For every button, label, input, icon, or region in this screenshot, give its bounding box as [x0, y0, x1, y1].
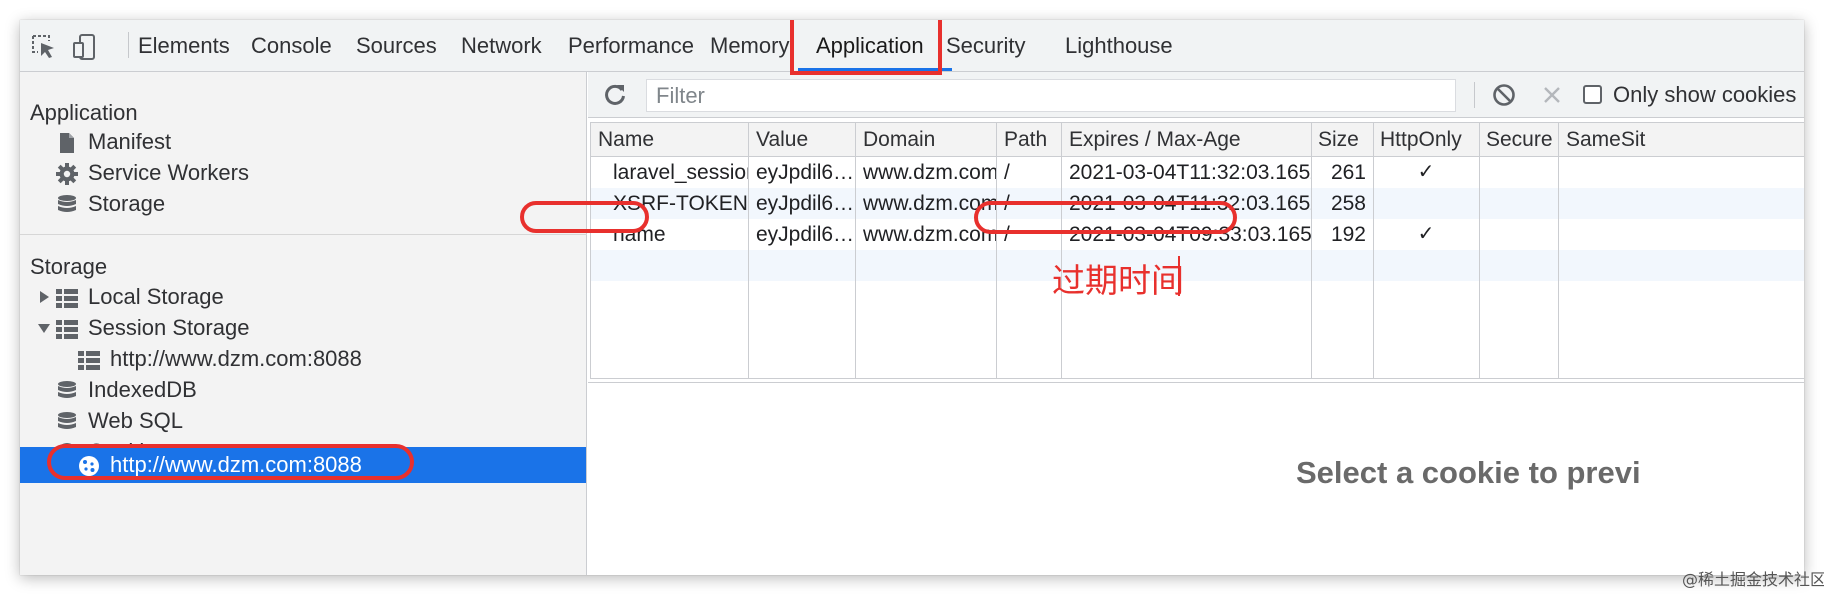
sidebar-item-label: http://www.dzm.com:8088 [110, 346, 362, 371]
devtools-window: Elements Console Sources Network Perform… [20, 20, 1804, 575]
cookie-value: eyJpdil6… [756, 192, 855, 215]
sidebar-item-label: Session Storage [88, 315, 250, 340]
sidebar-item-label: Manifest [88, 129, 172, 154]
sidebar-item-session-storage[interactable]: Session Storage [38, 312, 458, 344]
cookie-size: 192 [1330, 223, 1366, 246]
tab-console[interactable]: Console [251, 20, 332, 72]
preview-placeholder: Select a cookie to previ [1296, 455, 1641, 490]
table-grid-icon [56, 286, 78, 308]
sidebar-item-local-storage[interactable]: Local Storage [38, 281, 458, 313]
sidebar-item-web-sql[interactable]: Web SQL [56, 405, 456, 437]
sidebar-item-session-storage-origin[interactable]: http://www.dzm.com:8088 [78, 343, 498, 375]
tab-security[interactable]: Security [946, 20, 1025, 72]
database-icon [56, 193, 78, 215]
column-header-httponly[interactable]: HttpOnly [1380, 123, 1462, 157]
column-header-size[interactable]: Size [1318, 123, 1359, 157]
sidebar-item-label: Storage [88, 191, 166, 216]
clear-all-icon[interactable] [1492, 83, 1516, 107]
column-header-name[interactable]: Name [598, 123, 654, 157]
cookie-name: laravel_session [613, 161, 748, 184]
tab-elements[interactable]: Elements [138, 20, 230, 72]
annotation-oval-name-cell [520, 201, 649, 233]
refresh-icon[interactable] [602, 82, 628, 108]
table-row[interactable] [591, 250, 1804, 281]
cookie-httponly: ✓ [1417, 161, 1435, 183]
delete-selected-icon[interactable] [1541, 84, 1563, 106]
annotation-oval-expires-cell [974, 201, 1237, 234]
cookies-toolbar: Filter Only show cookies [588, 72, 1804, 118]
tab-lighthouse[interactable]: Lighthouse [1065, 20, 1173, 72]
tab-sources[interactable]: Sources [356, 20, 437, 72]
annotation-text-caret [1178, 256, 1180, 296]
cookie-preview-pane: Select a cookie to previ [588, 382, 1804, 575]
tab-memory[interactable]: Memory [710, 20, 789, 72]
column-header-secure[interactable]: Secure [1486, 123, 1553, 157]
expand-arrow-icon[interactable] [40, 291, 49, 303]
inspect-element-icon[interactable] [29, 32, 59, 62]
annotation-oval-cookies-origin [47, 444, 414, 480]
cookie-path: / [1004, 161, 1010, 184]
gear-icon [56, 162, 78, 185]
column-header-samesite[interactable]: SameSit [1566, 123, 1645, 157]
column-header-expires[interactable]: Expires / Max-Age [1069, 123, 1241, 157]
cookie-domain: www.dzm.com [863, 161, 996, 184]
database-icon [56, 379, 78, 401]
sidebar-item-label: Web SQL [88, 408, 183, 433]
column-header-value[interactable]: Value [756, 123, 808, 157]
sidebar-item-label: Local Storage [88, 284, 224, 309]
annotation-text-expiry: 过期时间 [1052, 261, 1184, 300]
sidebar-item-indexeddb[interactable]: IndexedDB [56, 374, 456, 406]
only-show-issues-checkbox[interactable] [1583, 85, 1602, 104]
toolbar-separator [1474, 82, 1475, 108]
sidebar-heading-storage: Storage [30, 254, 108, 279]
cookie-size: 258 [1330, 192, 1366, 215]
column-header-path[interactable]: Path [1004, 123, 1047, 157]
file-icon [56, 131, 78, 153]
table-grid-icon [56, 317, 78, 339]
cookie-expires: 2021-03-04T11:32:03.165Z [1069, 161, 1311, 184]
cookie-httponly: ✓ [1417, 223, 1435, 245]
annotation-box-application-tab [790, 20, 942, 75]
table-row[interactable]: laravel_session eyJpdil6… www.dzm.com / … [591, 157, 1804, 188]
toolbar-separator [128, 32, 129, 58]
sidebar-item-label: IndexedDB [88, 377, 197, 402]
sidebar-item-service-workers[interactable]: Service Workers [56, 157, 456, 189]
sidebar-item-manifest[interactable]: Manifest [56, 126, 456, 158]
column-header-domain[interactable]: Domain [863, 123, 935, 157]
cookie-value: eyJpdil6… [756, 223, 855, 246]
sidebar-heading-application: Application [30, 100, 138, 125]
sidebar-item-storage[interactable]: Storage [56, 188, 456, 220]
cookies-pane: Filter Only show cookies Name Value Doma… [588, 72, 1804, 575]
cookie-size: 261 [1330, 161, 1366, 184]
tab-performance[interactable]: Performance [568, 20, 694, 72]
sidebar-divider [20, 234, 587, 235]
table-grid-icon [78, 348, 100, 370]
cookie-value: eyJpdil6… [756, 161, 855, 184]
only-show-issues-label: Only show cookies [1613, 82, 1797, 107]
filter-input[interactable]: Filter [646, 79, 1456, 112]
tab-network[interactable]: Network [461, 20, 542, 72]
collapse-arrow-icon[interactable] [38, 324, 50, 333]
watermark: @稀土掘金技术社区 [1682, 570, 1824, 589]
cookie-httponly [1373, 188, 1479, 219]
application-sidebar: Application Manifest Service Workers Sto… [20, 72, 587, 575]
cookies-table: Name Value Domain Path Expires / Max-Age… [590, 122, 1804, 379]
device-toolbar-icon[interactable] [70, 32, 100, 62]
database-icon [56, 410, 78, 432]
sidebar-item-label: Service Workers [88, 160, 249, 185]
